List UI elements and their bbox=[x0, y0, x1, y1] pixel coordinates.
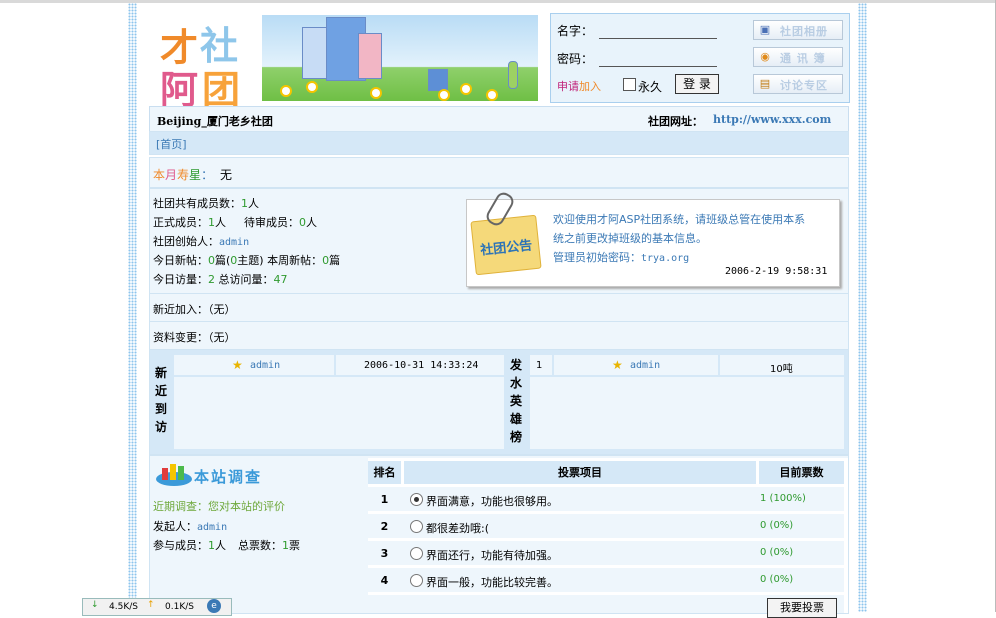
birthday-bar: 本月寿星： 无 bbox=[149, 157, 849, 188]
visitor-user-link[interactable]: admin bbox=[250, 360, 280, 371]
remember-checkbox[interactable] bbox=[623, 78, 636, 91]
vote-row[interactable]: 4 界面一般，功能比较完善。 0 (0%) bbox=[368, 568, 844, 592]
poster-rank-title: 发水英雄榜 bbox=[509, 358, 522, 444]
star-icon: ★ bbox=[612, 358, 623, 372]
contacts-icon: ◉ bbox=[760, 50, 770, 63]
survey-creator: 发起人：admin bbox=[153, 520, 228, 533]
vote-header-item: 投票项目 bbox=[404, 461, 756, 484]
photo-album-icon: ▣ bbox=[759, 23, 771, 36]
vote-header-count: 目前票数 bbox=[759, 461, 844, 484]
poster-user-link[interactable]: admin bbox=[630, 360, 660, 371]
poster-user-cell: ★ admin bbox=[554, 355, 718, 375]
stat-founder: 社团创始人：admin bbox=[153, 235, 250, 248]
download-speed: 4.5K/S bbox=[109, 602, 138, 612]
notice-badge: 社团公告 bbox=[470, 214, 542, 276]
survey-title: 本站调查 bbox=[194, 468, 263, 486]
club-stats-panel: 社团共有成员数：1人 正式成员：1人 待审成员：0人 社团创始人：admin 今日… bbox=[149, 188, 849, 294]
recent-join: 新近加入：（无） bbox=[153, 303, 236, 316]
club-title-bar: Beijing_厦门老乡社团 社团网址： http://www.xxx.com bbox=[149, 106, 849, 132]
visitor-empty-area bbox=[174, 377, 504, 449]
home-link[interactable]: [首页] bbox=[156, 136, 187, 152]
vote-radio[interactable] bbox=[410, 574, 423, 587]
download-arrow-icon: ↓ bbox=[91, 600, 99, 610]
visitor-time-cell: 2006-10-31 14:33:24 bbox=[336, 355, 504, 375]
poster-rank-cell: 1 bbox=[530, 355, 552, 375]
stat-total-members: 社团共有成员数：1人 bbox=[153, 197, 259, 210]
vote-radio[interactable] bbox=[410, 493, 423, 506]
vote-row[interactable]: 2 都很差劲哦:( 0 (0%) bbox=[368, 514, 844, 538]
name-input[interactable] bbox=[599, 38, 717, 39]
visitors-section: 新近到访 ★ admin 2006-10-31 14:33:24 发水英雄榜 1… bbox=[149, 349, 849, 455]
vote-table: 排名 投票项目 目前票数 1 界面满意，功能也很够用。 1 (100%) 2 都… bbox=[368, 458, 848, 618]
chat-bubble-icon: ▤ bbox=[759, 77, 771, 90]
vote-radio[interactable] bbox=[410, 520, 423, 533]
poster-amount-cell: 10吨 bbox=[720, 355, 844, 375]
vote-header-rank: 排名 bbox=[368, 461, 401, 484]
login-button[interactable]: 登 录 bbox=[675, 74, 719, 94]
survey-section: 本站调查 近期调查：您对本站的评价 发起人：admin 参与成员：1人 总票数：1… bbox=[149, 455, 849, 618]
survey-chart-icon bbox=[154, 462, 194, 488]
stat-posts: 今日新帖：0篇(0主题) 本周新帖：0篇 bbox=[153, 254, 341, 267]
breadcrumb: [首页] bbox=[149, 131, 849, 155]
password-label: 密码： bbox=[557, 52, 594, 66]
vote-radio[interactable] bbox=[410, 547, 423, 560]
vote-submit-button[interactable]: 我要投票 bbox=[767, 598, 837, 618]
speed-floater[interactable]: ↓ 4.5K/S ↑ 0.1K/S e bbox=[82, 598, 232, 616]
visitors-title: 新近到访 bbox=[154, 366, 167, 434]
discussion-button[interactable]: ▤ 讨论专区 bbox=[753, 74, 843, 94]
vote-row[interactable]: 1 界面满意，功能也很够用。 1 (100%) bbox=[368, 487, 844, 511]
name-label: 名字： bbox=[557, 24, 594, 38]
left-dotted-border bbox=[128, 3, 137, 612]
survey-participation: 参与成员：1人 总票数：1票 bbox=[153, 539, 300, 552]
birthday-value: 无 bbox=[220, 168, 233, 182]
header-banner-image bbox=[262, 15, 538, 101]
upload-arrow-icon: ↑ bbox=[147, 600, 155, 610]
right-dotted-border bbox=[858, 3, 867, 612]
profile-change: 资料变更：（无） bbox=[153, 331, 236, 344]
survey-recent: 近期调查：您对本站的评价 bbox=[153, 500, 285, 513]
club-url-link[interactable]: http://www.xxx.com bbox=[713, 113, 831, 126]
upload-speed: 0.1K/S bbox=[165, 602, 194, 612]
star-icon: ★ bbox=[232, 358, 243, 372]
recent-join-bar: 新近加入：（无） bbox=[149, 293, 849, 322]
vote-row[interactable]: 3 界面还行，功能有待加强。 0 (0%) bbox=[368, 541, 844, 565]
club-url-label: 社团网址： bbox=[648, 115, 703, 128]
remember-label: 永久 bbox=[638, 80, 663, 94]
club-notice-card: 社团公告 欢迎使用才阿ASP社团系统，请班级总管在使用本系 统之前更改掉班级的基… bbox=[466, 189, 840, 287]
apply-join-link[interactable]: 申请加入 bbox=[557, 78, 601, 94]
poster-empty-area bbox=[530, 377, 844, 449]
founder-link[interactable]: admin bbox=[219, 237, 249, 248]
contacts-button[interactable]: ◉ 通 讯 簿 bbox=[753, 47, 843, 67]
birthday-label: 本月寿星： bbox=[153, 168, 214, 182]
notice-time: 2006-2-19 9:58:31 bbox=[725, 266, 828, 277]
login-panel: 名字： 密码： 申请加入 永久 登 录 ▣ 社团相册 ◉ 通 讯 簿 ▤ 讨论专… bbox=[550, 13, 850, 103]
profile-change-bar: 资料变更：（无） bbox=[149, 321, 849, 350]
photo-album-button[interactable]: ▣ 社团相册 bbox=[753, 20, 843, 40]
stat-members: 正式成员：1人 待审成员：0人 bbox=[153, 216, 317, 229]
browser-icon[interactable]: e bbox=[207, 599, 221, 613]
stat-visits: 今日访量：2 总访问量：47 bbox=[153, 273, 288, 286]
club-name: Beijing_厦门老乡社团 bbox=[157, 115, 273, 128]
page-container: 才 社 阿 团 名字： 密码： 申请加入 永久 登 录 ▣ 社团相册 ◉ 通 讯… bbox=[140, 3, 858, 618]
password-input[interactable] bbox=[599, 66, 717, 67]
visitor-user-cell: ★ admin bbox=[174, 355, 334, 375]
site-logo[interactable]: 才 社 阿 团 bbox=[150, 13, 540, 112]
notice-text: 欢迎使用才阿ASP社团系统，请班级总管在使用本系 统之前更改掉班级的基本信息。 … bbox=[553, 213, 806, 264]
